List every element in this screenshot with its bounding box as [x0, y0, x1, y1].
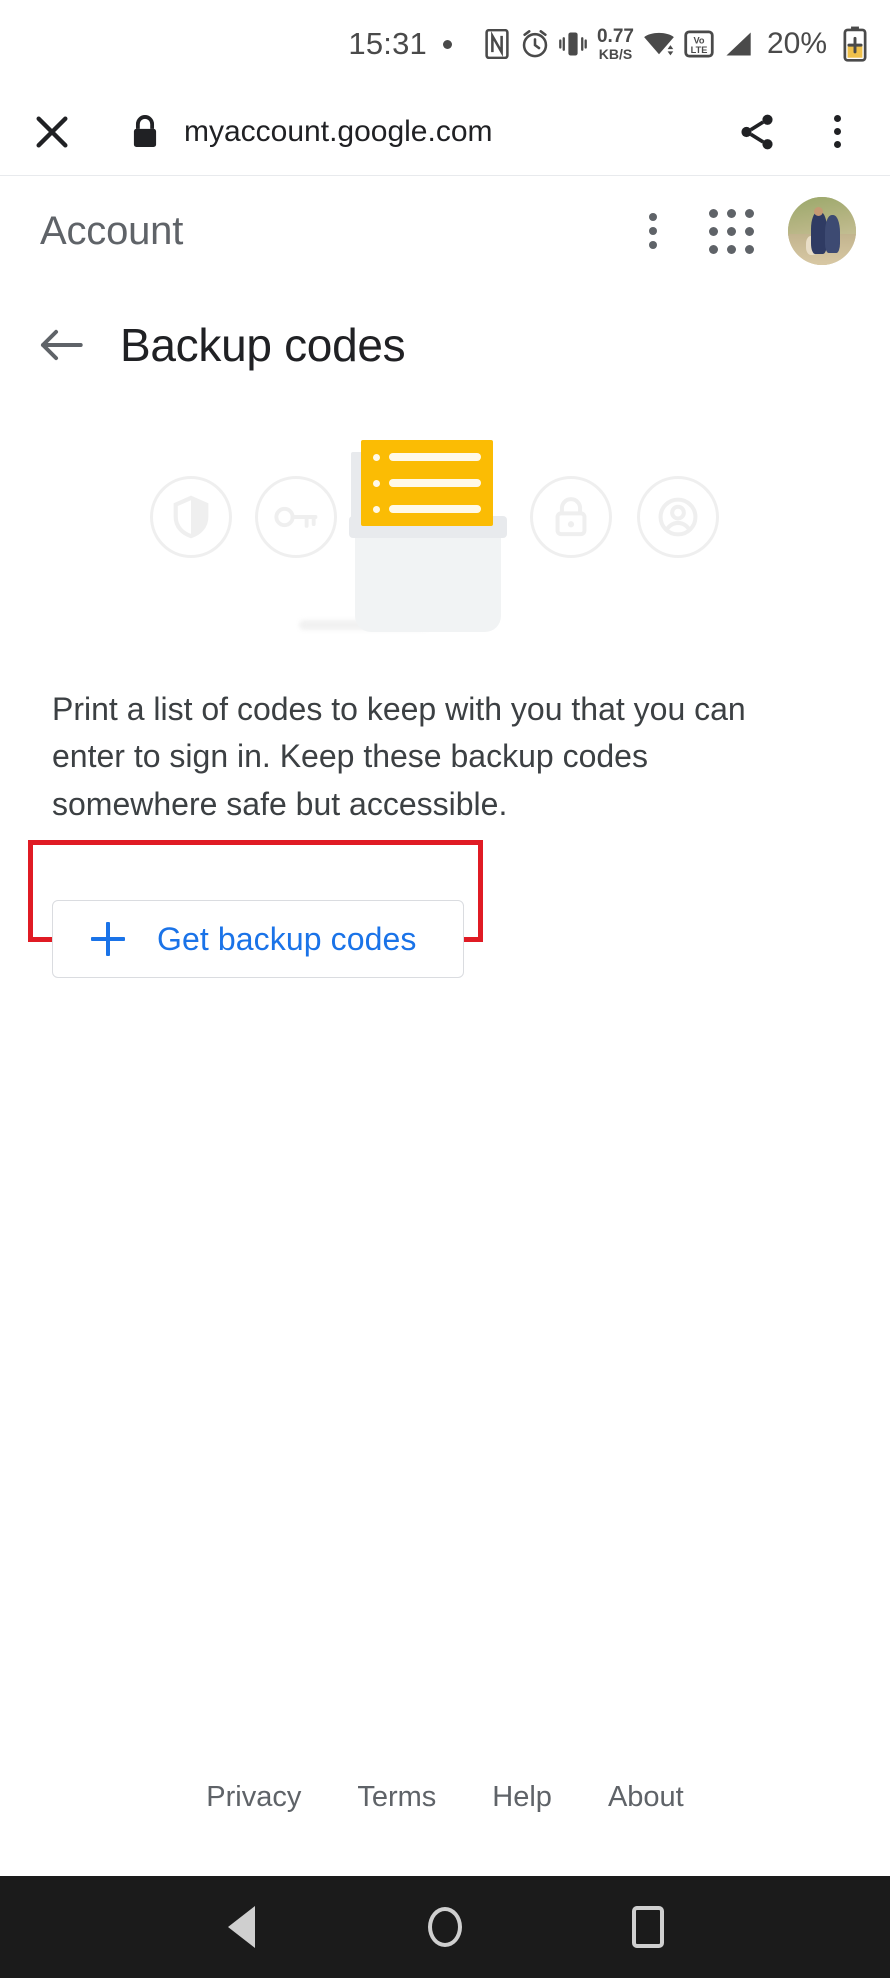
network-speed-indicator: 0.77 KB/S: [597, 27, 634, 61]
site-security-lock-icon: [122, 113, 168, 151]
svg-text:Vo: Vo: [693, 35, 704, 45]
back-button[interactable]: [30, 314, 92, 376]
backup-codes-card-illustration: [299, 434, 513, 634]
plus-icon: [91, 922, 125, 957]
person-icon: [637, 476, 719, 558]
lock-icon: [530, 476, 612, 558]
footer-link-about[interactable]: About: [608, 1781, 684, 1814]
share-button[interactable]: [730, 105, 784, 159]
browser-overflow-menu-button[interactable]: [810, 105, 864, 159]
close-tab-button[interactable]: [26, 106, 78, 158]
url-text[interactable]: myaccount.google.com: [184, 115, 730, 149]
network-speed-value: 0.77: [596, 26, 634, 47]
nav-home-icon: [427, 1907, 462, 1947]
footer-link-privacy[interactable]: Privacy: [206, 1781, 301, 1814]
key-icon: [255, 476, 337, 558]
google-apps-button[interactable]: [700, 202, 762, 260]
nav-home-button[interactable]: [407, 1889, 483, 1965]
footer-link-help[interactable]: Help: [492, 1781, 552, 1814]
page-title-bar: Backup codes: [0, 286, 890, 404]
get-backup-codes-label: Get backup codes: [157, 920, 417, 957]
alarm-icon: [520, 29, 550, 59]
page-description: Print a list of codes to keep with you t…: [52, 691, 746, 822]
footer-links: Privacy Terms Help About: [0, 1781, 890, 1876]
footer-link-terms[interactable]: Terms: [357, 1781, 436, 1814]
nav-recents-button[interactable]: [610, 1889, 686, 1965]
action-area: Get backup codes: [0, 828, 890, 979]
get-backup-codes-button[interactable]: Get backup codes: [52, 900, 464, 979]
account-header: Account: [0, 176, 890, 286]
page-title: Backup codes: [120, 319, 406, 371]
more-vert-icon: [649, 213, 657, 249]
shield-icon: [150, 476, 232, 558]
account-overflow-menu-button[interactable]: [624, 202, 682, 260]
battery-percent-label: 20%: [766, 27, 827, 60]
browser-toolbar: myaccount.google.com: [0, 88, 890, 176]
more-vert-icon: [833, 115, 841, 148]
signal-icon: [723, 30, 753, 58]
nav-recents-icon: [632, 1906, 665, 1948]
svg-text:LTE: LTE: [691, 45, 708, 55]
status-bar: 15:31 0.77 KB/S Vo LTE 20%: [0, 0, 890, 88]
wifi-icon: [643, 30, 675, 58]
status-time: 15:31: [348, 26, 427, 61]
codes-card: [361, 440, 493, 526]
android-navigation-bar: [0, 1876, 890, 1978]
network-speed-unit: KB/S: [598, 46, 633, 62]
avatar[interactable]: [788, 197, 856, 265]
nfc-icon: [483, 29, 511, 59]
volte-icon: Vo LTE: [684, 29, 714, 59]
illustration: [0, 404, 890, 664]
nav-back-icon: [228, 1906, 256, 1948]
battery-icon: [842, 26, 868, 62]
nav-back-button[interactable]: [204, 1889, 280, 1965]
vibrate-icon: [559, 29, 587, 59]
notification-dot-icon: [442, 39, 452, 49]
phone-screen: 15:31 0.77 KB/S Vo LTE 20% myaccount.goo…: [0, 0, 890, 1978]
account-header-title: Account: [40, 208, 184, 253]
